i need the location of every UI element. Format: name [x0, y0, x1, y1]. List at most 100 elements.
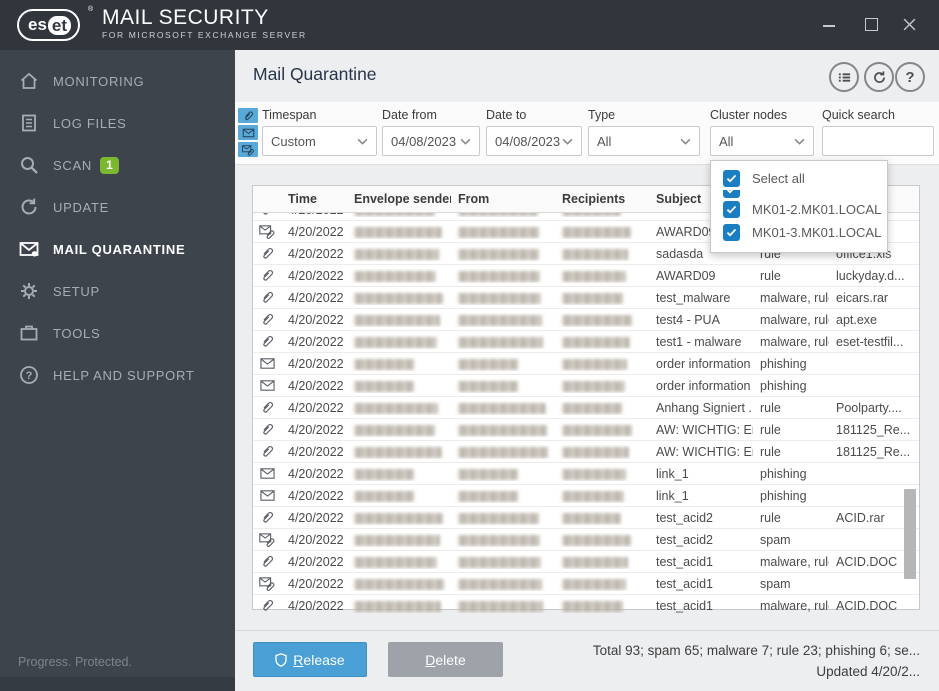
attachment-filter-toggle[interactable] [238, 108, 258, 123]
vertical-scrollbar-thumb[interactable] [904, 489, 916, 579]
checkbox-checked-icon[interactable] [723, 224, 740, 241]
cell-reason: rule [753, 269, 829, 283]
main-content: Mail Quarantine ? Timespan Custom Date f… [235, 50, 939, 691]
col-time[interactable]: Time [281, 192, 347, 206]
page-title: Mail Quarantine [253, 64, 377, 85]
sidebar-item-update[interactable]: UPDATE [0, 186, 235, 228]
minimize-button[interactable] [815, 10, 843, 38]
mail-icon [253, 378, 281, 393]
paperclip-icon [242, 110, 255, 122]
table-row[interactable]: 4/20/2022 ...Anhang Signiert ...rulePool… [253, 397, 919, 419]
table-row[interactable]: 4/20/2022 ...test_acid2ruleACID.rar [253, 507, 919, 529]
cell-recipients-redacted [555, 335, 649, 349]
table-row[interactable]: 4/20/2022 ...AW: WICHTIG: Er...rule18112… [253, 419, 919, 441]
cell-from-redacted [451, 269, 555, 283]
cell-time: 4/20/2022 ... [281, 291, 347, 305]
checkbox-checked-icon[interactable] [723, 170, 740, 187]
sidebar-item-log-files[interactable]: LOG FILES [0, 102, 235, 144]
cell-file: Poolparty.... [829, 401, 919, 415]
cell-recipients-redacted [555, 269, 649, 283]
cell-from-redacted [451, 379, 555, 393]
registered-mark: ® [88, 6, 93, 13]
sidebar-item-monitoring[interactable]: MONITORING [0, 60, 235, 102]
table-row[interactable]: 4/20/2022 ...test_acid1malware, ruleACID… [253, 595, 919, 617]
cell-from-redacted [451, 225, 555, 239]
cell-time: 4/20/2022 ... [281, 511, 347, 525]
cell-envelope-sender-redacted [347, 599, 451, 613]
mail-filter-toggle[interactable] [238, 125, 258, 140]
table-row[interactable]: 4/20/2022 ...link_1phishing [253, 485, 919, 507]
cell-envelope-sender-redacted [347, 423, 451, 437]
cluster-node-option[interactable] [711, 190, 887, 198]
table-row[interactable]: 4/20/2022 ...order informationphishing [253, 375, 919, 397]
sidebar-item-help-and-support[interactable]: ?HELP AND SUPPORT [0, 354, 235, 396]
col-recipients[interactable]: Recipients [555, 192, 649, 206]
table-row[interactable]: 4/20/2022 ...test_acid1malware, ruleACID… [253, 551, 919, 573]
timespan-select[interactable]: Custom [262, 126, 377, 156]
sidebar-item-tools[interactable]: TOOLS [0, 312, 235, 354]
delete-button[interactable]: Delete [388, 642, 503, 677]
table-row[interactable]: 4/20/2022 ...test_acid2spam [253, 529, 919, 551]
cell-subject: test_acid1 [649, 599, 753, 613]
sidebar-item-scan[interactable]: SCAN1 [0, 144, 235, 186]
cell-envelope-sender-redacted [347, 489, 451, 503]
table-row[interactable]: 4/20/2022 ...order informationphishing [253, 353, 919, 375]
table-row[interactable]: 4/20/2022 ...AWARD09ruleluckyday.d... [253, 265, 919, 287]
envelope-icon [242, 127, 255, 139]
cluster-nodes-select[interactable]: All [710, 126, 814, 156]
cell-file: eicars.rar [829, 291, 919, 305]
sidebar-item-mail-quarantine[interactable]: MAIL QUARANTINE [0, 228, 235, 270]
log-files-icon [17, 111, 41, 135]
details-view-button[interactable] [829, 62, 859, 92]
release-button[interactable]: Release [253, 642, 367, 677]
cell-envelope-sender-redacted [347, 357, 451, 371]
cell-from-redacted [451, 423, 555, 437]
cell-time: 4/20/2022 ... [281, 357, 347, 371]
cluster-node-option[interactable]: MK01-2.MK01.LOCAL [711, 198, 887, 221]
sidebar-item-setup[interactable]: SETUP [0, 270, 235, 312]
attachment-icon [253, 246, 281, 261]
close-button[interactable] [895, 10, 923, 38]
checkbox-checked-icon[interactable] [723, 190, 740, 198]
maximize-button[interactable] [857, 10, 885, 38]
cluster-node-option[interactable]: Select all [711, 167, 887, 190]
logo-et: et [48, 16, 71, 35]
mail-icon [253, 356, 281, 371]
cell-reason: rule [753, 445, 829, 459]
brand-tagline: Progress. Protected. [18, 655, 132, 669]
cell-envelope-sender-redacted [347, 269, 451, 283]
tools-icon [17, 321, 41, 345]
table-row[interactable]: 4/20/2022 ...AW: WICHTIG: Er...rule18112… [253, 441, 919, 463]
cell-envelope-sender-redacted [347, 467, 451, 481]
summary-updated: Updated 4/20/2... [593, 661, 920, 682]
quick-search-input[interactable] [831, 133, 925, 150]
refresh-button[interactable] [864, 62, 894, 92]
table-row[interactable]: 4/20/2022 ...link_1phishing [253, 463, 919, 485]
quarantine-summary: Total 93; spam 65; malware 7; rule 23; p… [593, 640, 920, 682]
col-from[interactable]: From [451, 192, 555, 206]
table-row[interactable]: 4/20/2022 ...test_acid1spam [253, 573, 919, 595]
cluster-node-option[interactable]: MK01-3.MK01.LOCAL [711, 221, 887, 244]
product-title: MAIL SECURITY FOR MICROSOFT EXCHANGE SER… [102, 7, 307, 40]
cluster-node-label: Select all [752, 171, 805, 186]
checkbox-checked-icon[interactable] [723, 201, 740, 218]
table-row[interactable]: 4/20/2022 ...test4 - PUAmalware, ruleapt… [253, 309, 919, 331]
sidebar: MONITORINGLOG FILESSCAN1UPDATEMAIL QUARA… [0, 50, 235, 691]
date-from-select[interactable]: 04/08/2023 [382, 126, 480, 156]
mail-attachment-icon [253, 224, 281, 239]
cell-subject: order information [649, 357, 753, 371]
cell-from-redacted [451, 213, 555, 217]
cell-from-redacted [451, 555, 555, 569]
mail-attachment-filter-toggle[interactable] [238, 142, 258, 157]
table-row[interactable]: 4/20/2022 ...test1 - malwaremalware, rul… [253, 331, 919, 353]
date-to-select[interactable]: 04/08/2023 [486, 126, 582, 156]
table-row[interactable]: 4/20/2022 ...test_malwaremalware, ruleei… [253, 287, 919, 309]
setup-icon [17, 279, 41, 303]
type-select[interactable]: All [588, 126, 700, 156]
summary-totals: Total 93; spam 65; malware 7; rule 23; p… [593, 640, 920, 661]
attachment-icon [253, 422, 281, 437]
col-envelope-sender[interactable]: Envelope sender [347, 192, 451, 206]
sidebar-item-label: HELP AND SUPPORT [53, 368, 195, 383]
help-button[interactable]: ? [895, 62, 925, 92]
quick-search-box [822, 126, 934, 156]
